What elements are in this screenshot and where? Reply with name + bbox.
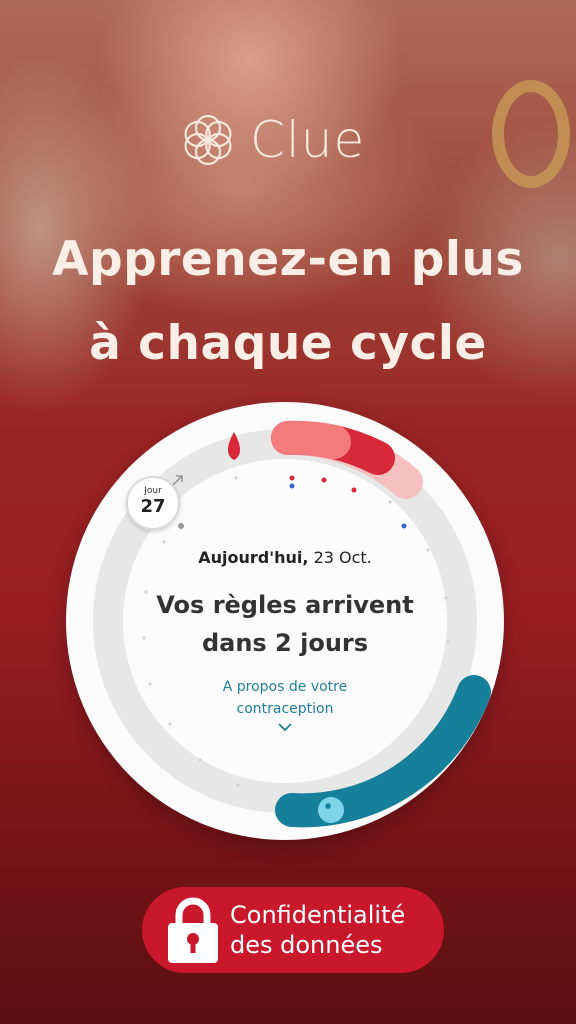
cycle-card: Jour 27 Aujourd'hui, 23 Oct. Vos règles … <box>66 402 504 840</box>
headline-line-2: à chaque cycle <box>89 316 487 371</box>
data-privacy-label: Confidentialité des données <box>230 900 405 960</box>
today-prefix: Aujourd'hui, <box>198 548 309 567</box>
day-number: 27 <box>140 496 166 517</box>
clue-logo: Clue <box>176 108 365 172</box>
data-privacy-line-2: des données <box>230 931 383 959</box>
contraception-link[interactable]: A propos de votre contraception <box>176 676 394 720</box>
lock-icon <box>168 897 218 963</box>
chevron-down-icon[interactable] <box>278 722 292 732</box>
data-privacy-line-1: Confidentialité <box>230 901 406 929</box>
brand-name: Clue <box>250 111 366 169</box>
data-privacy-button[interactable]: Confidentialité des données <box>142 887 444 973</box>
today-date: Aujourd'hui, 23 Oct. <box>66 548 504 567</box>
clue-flower-icon <box>184 114 232 166</box>
period-prediction-line-1: Vos règles arrivent <box>156 591 414 619</box>
headline-line-1: Apprenez-en plus <box>52 232 524 287</box>
today-date-value: 23 Oct. <box>313 548 372 567</box>
day-label: Jour <box>144 486 162 496</box>
period-prediction: Vos règles arrivent dans 2 jours <box>126 586 444 662</box>
contraception-link-line-2: contraception <box>236 701 334 717</box>
headline: Apprenez-en plus à chaque cycle <box>0 218 576 386</box>
earring-decoration <box>492 80 570 188</box>
current-day-badge: Jour 27 <box>126 476 180 530</box>
period-prediction-line-2: dans 2 jours <box>201 629 369 657</box>
contraception-link-line-1: A propos de votre <box>222 679 348 695</box>
